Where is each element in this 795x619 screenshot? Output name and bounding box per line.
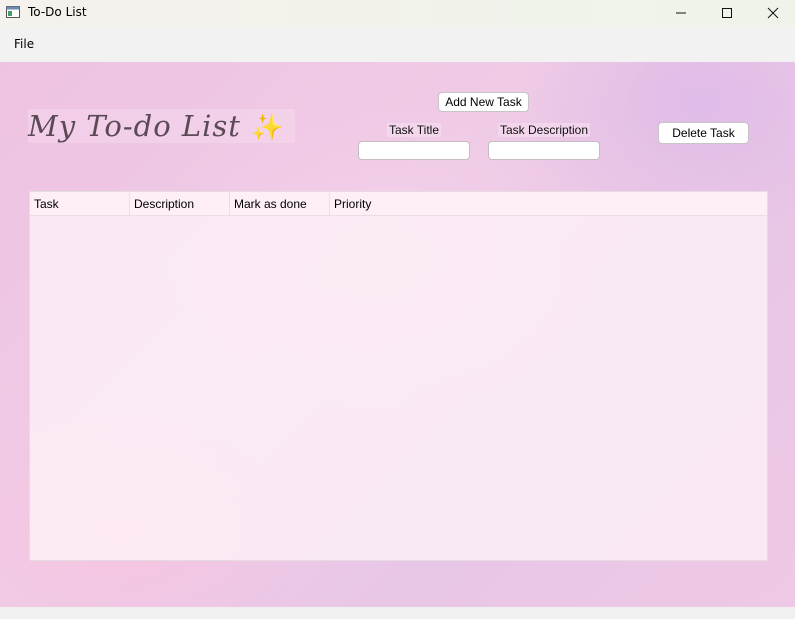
maximize-icon xyxy=(722,8,732,18)
task-description-input[interactable] xyxy=(488,141,600,160)
minimize-button[interactable] xyxy=(658,0,704,26)
column-header-priority[interactable]: Priority xyxy=(330,192,430,215)
table-body xyxy=(30,216,767,560)
menu-bar: File xyxy=(0,26,795,62)
close-button[interactable] xyxy=(750,0,795,26)
title-bar: To-Do List xyxy=(0,0,795,26)
minimize-icon xyxy=(676,12,686,14)
table-header: Task Description Mark as done Priority xyxy=(30,192,767,216)
status-bar xyxy=(0,607,795,619)
window-title: To-Do List xyxy=(28,5,87,19)
close-icon xyxy=(767,7,779,19)
task-table[interactable]: Task Description Mark as done Priority xyxy=(29,191,768,561)
column-header-mark-as-done[interactable]: Mark as done xyxy=(230,192,330,215)
main-panel: My To-do List ✨ Add New Task Task Title … xyxy=(0,62,795,607)
task-description-label: Task Description xyxy=(498,123,591,137)
maximize-button[interactable] xyxy=(704,0,750,26)
app-window-icon xyxy=(6,6,20,18)
sparkles-icon: ✨ xyxy=(251,113,285,143)
task-title-input[interactable] xyxy=(358,141,470,160)
column-header-task[interactable]: Task xyxy=(30,192,130,215)
delete-task-button[interactable]: Delete Task xyxy=(658,122,749,144)
app-heading: My To-do List ✨ xyxy=(28,109,295,143)
heading-text: My To-do List xyxy=(28,109,241,143)
task-title-label: Task Title xyxy=(387,123,442,137)
menu-file[interactable]: File xyxy=(14,37,34,51)
add-task-button[interactable]: Add New Task xyxy=(438,92,529,112)
column-header-description[interactable]: Description xyxy=(130,192,230,215)
